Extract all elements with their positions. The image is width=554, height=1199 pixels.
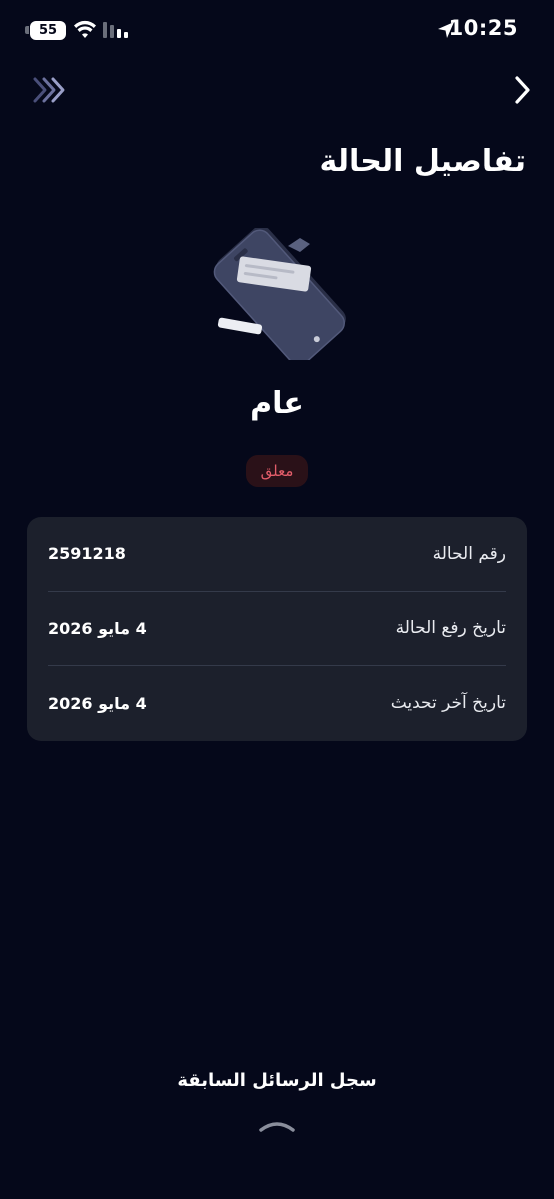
status-badge: معلق bbox=[246, 455, 308, 487]
message-history-button[interactable]: سجل الرسائل السابقة bbox=[0, 1070, 554, 1091]
detail-row-submitted-date: تاريخ رفع الحالة 4 مايو 2026 bbox=[48, 592, 506, 667]
chevron-up-icon[interactable] bbox=[257, 1118, 297, 1134]
wifi-icon bbox=[74, 20, 96, 38]
detail-value: 2591218 bbox=[48, 544, 126, 564]
case-details-screen: 55 10:25 تفاصيل الحالة عام معلق رقم الحا… bbox=[0, 0, 554, 1199]
detail-label: تاريخ آخر تحديث bbox=[390, 693, 506, 714]
status-bar: 55 10:25 bbox=[0, 0, 554, 62]
detail-row-case-number: رقم الحالة 2591218 bbox=[48, 517, 506, 592]
battery-icon: 55 bbox=[30, 21, 66, 40]
detail-row-last-update: تاريخ آخر تحديث 4 مايو 2026 bbox=[48, 666, 506, 741]
case-details-card: رقم الحالة 2591218 تاريخ رفع الحالة 4 ما… bbox=[27, 517, 527, 741]
chevrons-forward-icon[interactable] bbox=[32, 76, 68, 104]
detail-value: 4 مايو 2026 bbox=[48, 693, 147, 713]
detail-label: رقم الحالة bbox=[432, 543, 506, 564]
case-category: عام bbox=[250, 386, 304, 421]
cellular-signal-icon bbox=[103, 22, 128, 38]
battery-cap bbox=[25, 26, 29, 34]
detail-value: 4 مايو 2026 bbox=[48, 618, 147, 638]
detail-label: تاريخ رفع الحالة bbox=[395, 618, 506, 639]
back-button[interactable] bbox=[510, 74, 534, 106]
page-title: تفاصيل الحالة bbox=[319, 144, 526, 179]
clock: 10:25 bbox=[448, 16, 518, 40]
phone-message-illustration bbox=[213, 228, 346, 360]
